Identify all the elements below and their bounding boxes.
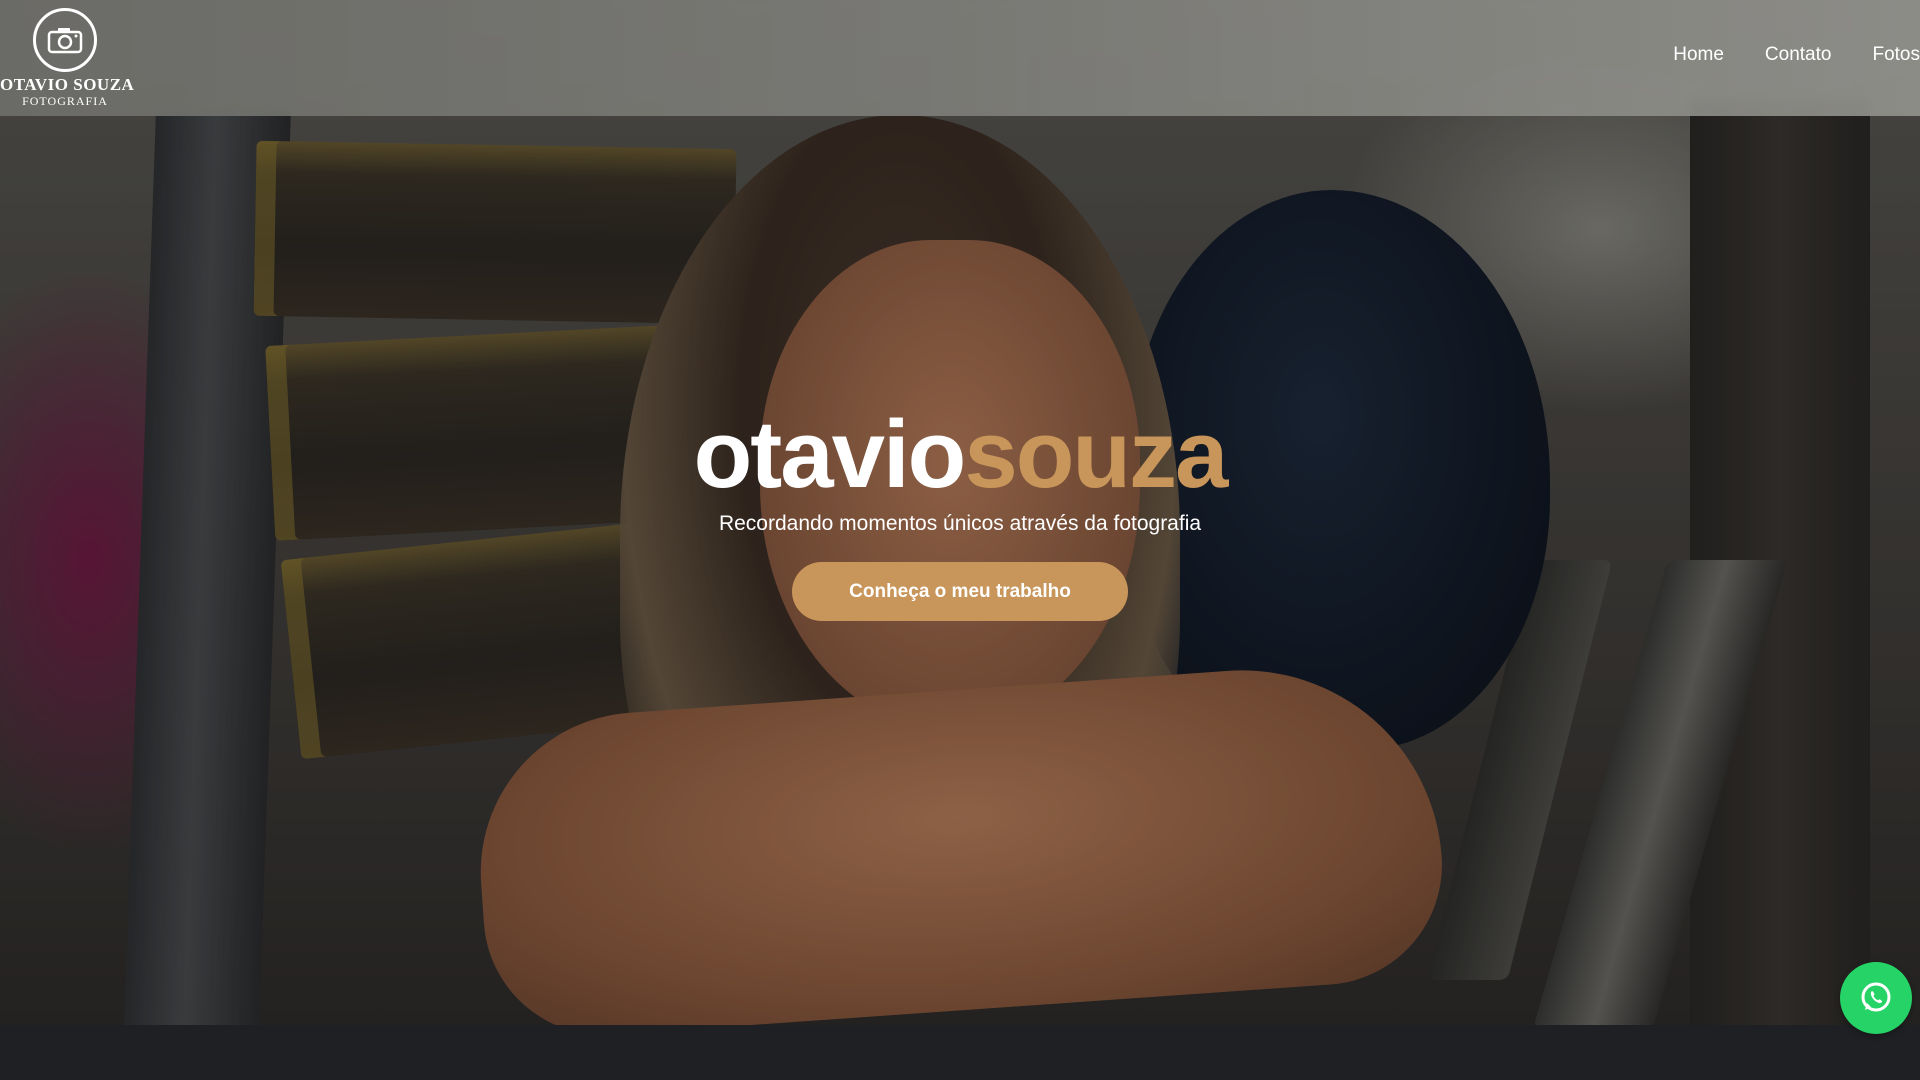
nav-fotos[interactable]: Fotos	[1872, 44, 1920, 66]
nav-menu: Home Contato Fotos	[1673, 44, 1920, 66]
whatsapp-icon	[1861, 982, 1891, 1012]
logo-name: OTAVIO SOUZA	[0, 75, 135, 94]
navbar: OTAVIO SOUZA FOTOGRAFIA Home Contato Fot…	[0, 0, 1920, 116]
whatsapp-button[interactable]	[1840, 962, 1912, 1034]
hero-tagline: Recordando momentos únicos através da fo…	[718, 512, 1202, 535]
logo[interactable]: OTAVIO SOUZA FOTOGRAFIA	[0, 8, 135, 108]
cta-button[interactable]: Conheça o meu trabalho	[792, 562, 1128, 621]
brand-first: otavio	[693, 401, 967, 508]
camera-icon	[33, 8, 97, 72]
nav-home[interactable]: Home	[1673, 44, 1724, 66]
logo-subtitle: FOTOGRAFIA	[22, 94, 108, 108]
footer-strip	[0, 1025, 1920, 1080]
hero-brand: otaviosouza	[0, 400, 1920, 510]
nav-contato[interactable]: Contato	[1765, 44, 1832, 66]
brand-second: souza	[964, 401, 1228, 508]
hero-content: otaviosouza Recordando momentos únicos a…	[0, 400, 1920, 621]
